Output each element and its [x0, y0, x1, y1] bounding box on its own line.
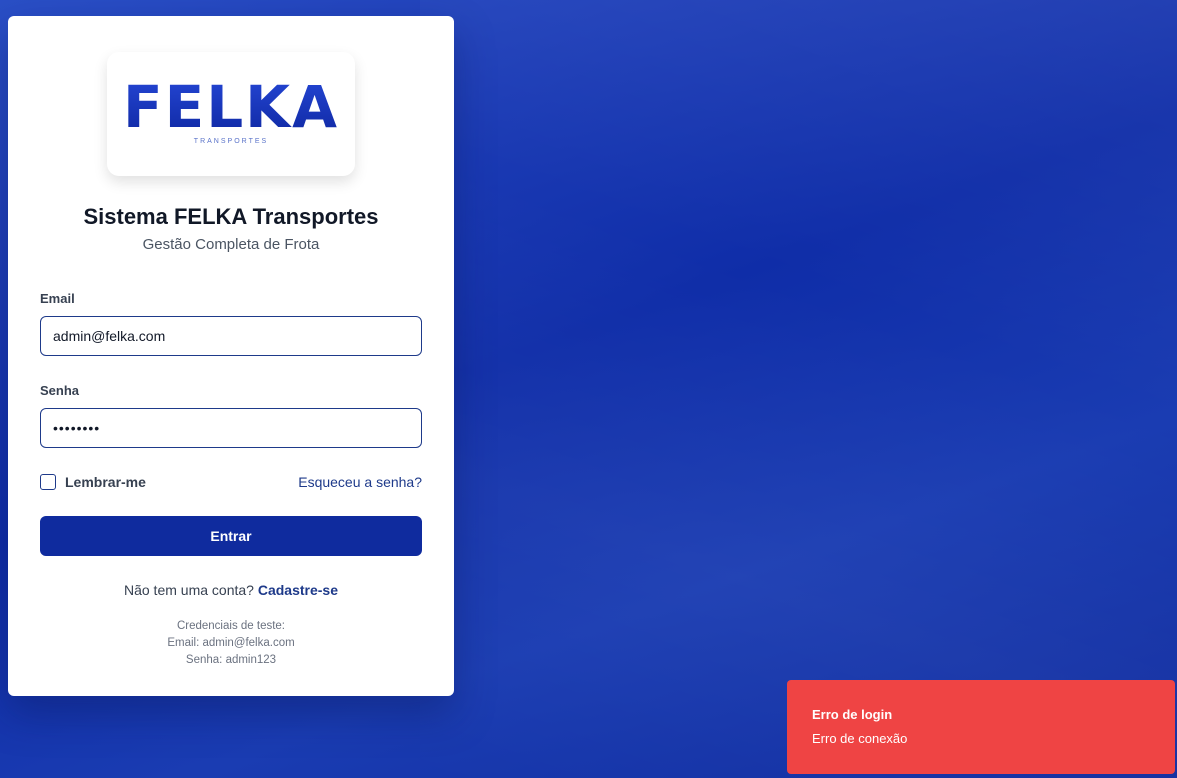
- background-glow: [420, 0, 1177, 778]
- test-credentials-email: Email: admin@felka.com: [167, 637, 295, 649]
- email-label: Email: [40, 291, 75, 306]
- toast-message: Erro de conexão: [812, 731, 908, 746]
- login-card: FELKA TRANSPORTES Sistema FELKA Transpor…: [8, 16, 454, 696]
- email-field[interactable]: [40, 316, 422, 356]
- signup-link[interactable]: Cadastre-se: [258, 582, 338, 598]
- remember-checkbox[interactable]: [40, 474, 56, 490]
- password-field[interactable]: [40, 408, 422, 448]
- signup-prompt: Não tem uma conta?: [123, 582, 258, 598]
- page-subtitle: Gestão Completa de Frota: [142, 236, 320, 253]
- signup-row: Não tem uma conta? Cadastre-se: [8, 582, 454, 598]
- remember-label: Lembrar-me: [65, 474, 146, 490]
- password-label: Senha: [40, 383, 80, 398]
- forgot-password-link[interactable]: Esqueceu a senha?: [298, 474, 422, 490]
- test-credentials-heading: Credenciais de teste:: [176, 620, 286, 632]
- logo-tagline: TRANSPORTES: [193, 138, 269, 145]
- page-title: Sistema FELKA Transportes: [83, 204, 379, 229]
- logo-wordmark: FELKA: [107, 76, 355, 138]
- toast-title: Erro de login: [812, 707, 893, 722]
- test-credentials-password: Senha: admin123: [185, 654, 277, 666]
- logo: FELKA TRANSPORTES: [107, 52, 355, 176]
- test-credentials: Credenciais de teste: Email: admin@felka…: [8, 618, 454, 669]
- error-toast[interactable]: Erro de login Erro de conexão: [787, 680, 1175, 774]
- remember-me[interactable]: Lembrar-me: [40, 474, 146, 490]
- login-button[interactable]: Entrar: [40, 516, 422, 556]
